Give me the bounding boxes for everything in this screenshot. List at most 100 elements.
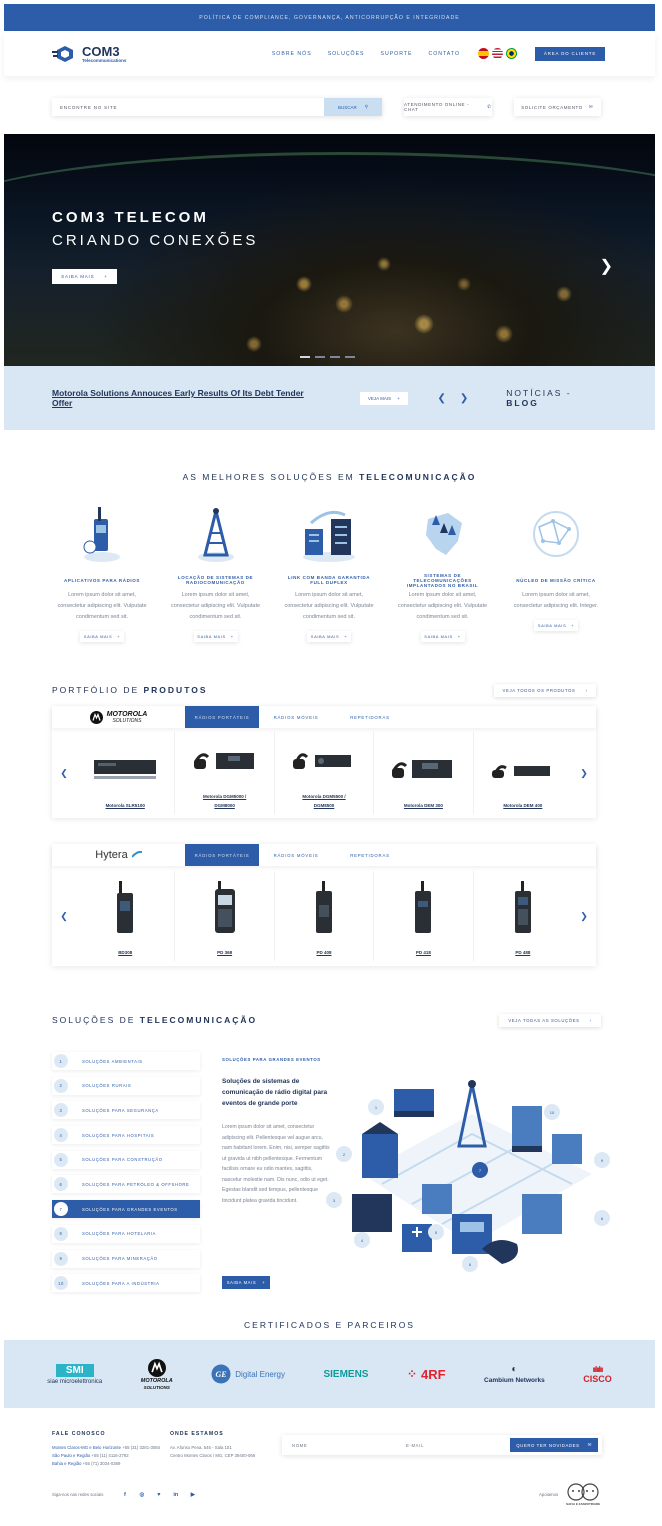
product-card[interactable]: BD308 [76, 871, 176, 961]
telecom-item[interactable]: 6 SOLUÇÕES PARA PETRÓLEO & OFFSHORE [52, 1175, 200, 1194]
product-card[interactable]: PD 488 [474, 871, 572, 961]
flag-brazil-icon[interactable] [506, 48, 517, 59]
tab-repetidoras[interactable]: REPETIDORAS [333, 706, 407, 728]
map-point[interactable]: 10 [544, 1104, 560, 1120]
product-name[interactable]: Motorola DGM5000 / DGM8000 [195, 792, 255, 810]
tab-radios-portateis[interactable]: RÁDIOS PORTÁTEIS [185, 844, 259, 866]
carousel-next-icon[interactable]: ❯ [572, 911, 596, 922]
facebook-icon[interactable]: f [119, 1489, 130, 1500]
map-point[interactable]: 1 [368, 1099, 384, 1115]
partner-motorola[interactable]: MOTOROLA SOLUTIONS [141, 1358, 173, 1390]
map-point[interactable]: 3 [326, 1192, 342, 1208]
map-point-active[interactable]: 7 [472, 1162, 488, 1178]
product-name[interactable]: PD 418 [393, 948, 453, 957]
news-next-icon[interactable]: ❯ [460, 393, 468, 404]
product-name[interactable]: PD 488 [493, 948, 553, 957]
instagram-icon[interactable]: ◎ [136, 1489, 147, 1500]
search-input[interactable]: ENCONTRE NO SITE [52, 98, 324, 116]
search-button[interactable]: BUSCAR ⚲ [324, 98, 382, 116]
flag-usa-icon[interactable] [492, 48, 503, 59]
telecom-item[interactable]: 8 SOLUÇÕES PARA HOTELARIA [52, 1224, 200, 1243]
tab-repetidoras[interactable]: REPETIDORAS [333, 844, 407, 866]
solution-more-button[interactable]: SAIBA MAIS + [80, 631, 124, 642]
product-card[interactable]: Motorola SLR5100 [76, 732, 176, 814]
slider-dot[interactable] [345, 356, 355, 358]
product-name[interactable]: PD 368 [195, 948, 255, 957]
product-name[interactable]: Motorola SLR5100 [95, 801, 155, 810]
telecom-more-button[interactable]: SAIBA MAIS + [222, 1276, 270, 1289]
telecom-item[interactable]: 9 SOLUÇÕES PARA MINERAÇÃO [52, 1249, 200, 1268]
telecom-item[interactable]: 2 SOLUÇÕES RURAIS [52, 1076, 200, 1095]
news-more-button[interactable]: VEJA MAIS + [360, 391, 408, 405]
partner-siae[interactable]: SMI siae microelettronica [47, 1363, 102, 1385]
all-solutions-button[interactable]: VEJA TODAS AS SOLUÇÕES › [499, 1014, 601, 1027]
tab-radios-portateis[interactable]: RÁDIOS PORTÁTEIS [185, 706, 259, 728]
email-field[interactable]: E-MAIL [396, 1443, 510, 1448]
product-card[interactable]: PD 418 [374, 871, 474, 961]
footer-contact-line[interactable]: São Paulo e Região +55 (11) 4116-2792 [52, 1452, 160, 1460]
partner-ge[interactable]: GE Digital Energy [211, 1364, 285, 1384]
product-name[interactable]: PD 408 [294, 948, 354, 957]
map-point[interactable]: 8 [594, 1210, 610, 1226]
support-logo[interactable]: SAFIA E ZANZOTIDADE [566, 1482, 600, 1506]
news-headline[interactable]: Motorola Solutions Annouces Early Result… [52, 388, 322, 408]
solution-more-button[interactable]: SAIBA MAIS + [421, 631, 465, 642]
nav-suporte[interactable]: SUPORTE [381, 51, 413, 57]
telecom-item[interactable]: 3 SOLUÇÕES PARA SEGURANÇA [52, 1101, 200, 1120]
logo[interactable]: COM3 Telecommunications [52, 44, 126, 64]
partner-siemens[interactable]: SIEMENS [323, 1369, 368, 1380]
map-point[interactable]: 4 [354, 1232, 370, 1248]
product-card[interactable]: PD 408 [275, 871, 375, 961]
hero-more-button[interactable]: SAIBA MAIS + [52, 269, 117, 284]
product-card[interactable]: Motorola DGM5500 / DGM8500 [275, 732, 375, 814]
hero-next-arrow-icon[interactable]: ❯ [600, 256, 613, 276]
product-card[interactable]: Motorola DEM 300 [374, 732, 474, 814]
slider-dot[interactable] [315, 356, 325, 358]
footer-contact-line[interactable]: Bahia e Região +55 (71) 3034-0369 [52, 1460, 160, 1468]
carousel-prev-icon[interactable]: ❮ [52, 768, 76, 779]
tab-radios-moveis[interactable]: RÁDIOS MÓVEIS [259, 844, 333, 866]
partner-cisco[interactable]: ıılıılıı CISCO [583, 1365, 612, 1384]
product-card[interactable]: PD 368 [175, 871, 275, 961]
news-prev-icon[interactable]: ❮ [438, 393, 446, 404]
solution-more-button[interactable]: SAIBA MAIS + [307, 631, 351, 642]
newsletter-submit-button[interactable]: QUERO TER NOVIDADES ✉ [510, 1438, 598, 1452]
carousel-next-icon[interactable]: ❯ [572, 768, 596, 779]
news-section-title[interactable]: NOTÍCIAS - BLOG [506, 388, 607, 408]
twitter-icon[interactable]: ♥ [153, 1489, 164, 1500]
product-card[interactable]: Motorola DEM 400 [474, 732, 572, 814]
nav-sobre-nos[interactable]: SOBRE NÓS [272, 51, 312, 57]
client-area-button[interactable]: ÁREA DO CLIENTE [535, 46, 605, 61]
map-point[interactable]: 9 [594, 1152, 610, 1168]
map-point[interactable]: 2 [336, 1146, 352, 1162]
telecom-item-active[interactable]: 7 SOLUÇÕES PARA GRANDES EVENTOS [52, 1200, 200, 1219]
all-products-button[interactable]: VEJA TODOS OS PRODUTOS › [494, 684, 596, 697]
youtube-icon[interactable]: ▶ [187, 1489, 198, 1500]
linkedin-icon[interactable]: in [170, 1489, 181, 1500]
telecom-item[interactable]: 1 SOLUÇÕES AMBIENTAIS [52, 1052, 200, 1070]
product-card[interactable]: Motorola DGM5000 / DGM8000 [175, 732, 275, 814]
flag-spain-icon[interactable] [478, 48, 489, 59]
product-name[interactable]: Motorola DEM 300 [393, 801, 453, 810]
telecom-item[interactable]: 10 SOLUÇÕES PARA A INDÚSTRIA [52, 1274, 200, 1293]
footer-contact-line[interactable]: Montes Claros-MG e Belo Horizonte +55 (3… [52, 1444, 160, 1452]
compliance-bar[interactable]: POLÍTICA DE COMPLIANCE, GOVERNANÇA, ANTI… [4, 4, 655, 31]
slider-dot[interactable] [330, 356, 340, 358]
nav-contato[interactable]: CONTATO [429, 51, 461, 57]
map-point[interactable]: 6 [462, 1256, 478, 1272]
nav-solucoes[interactable]: SOLUÇÕES [328, 51, 365, 57]
compliance-link[interactable]: POLÍTICA DE COMPLIANCE, GOVERNANÇA, ANTI… [199, 15, 459, 21]
slider-dot[interactable] [300, 356, 310, 358]
product-name[interactable]: Motorola DGM5500 / DGM8500 [294, 792, 354, 810]
quote-button[interactable]: SOLICITE ORÇAMENTO ✉ [514, 98, 602, 116]
name-field[interactable]: NOME [282, 1443, 396, 1448]
partner-4rf[interactable]: ⁘ 4RF [407, 1367, 446, 1382]
map-point[interactable]: 5 [428, 1224, 444, 1240]
solution-more-button[interactable]: SAIBA MAIS + [194, 631, 238, 642]
carousel-prev-icon[interactable]: ❮ [52, 911, 76, 922]
telecom-item[interactable]: 4 SOLUÇÕES PARA HOSPITAIS [52, 1126, 200, 1145]
product-name[interactable]: Motorola DEM 400 [493, 801, 553, 810]
chat-button[interactable]: ATENDIMENTO ONLINE - CHAT ✆ [404, 98, 492, 116]
solution-more-button[interactable]: SAIBA MAIS + [534, 620, 578, 631]
tab-radios-moveis[interactable]: RÁDIOS MÓVEIS [259, 706, 333, 728]
